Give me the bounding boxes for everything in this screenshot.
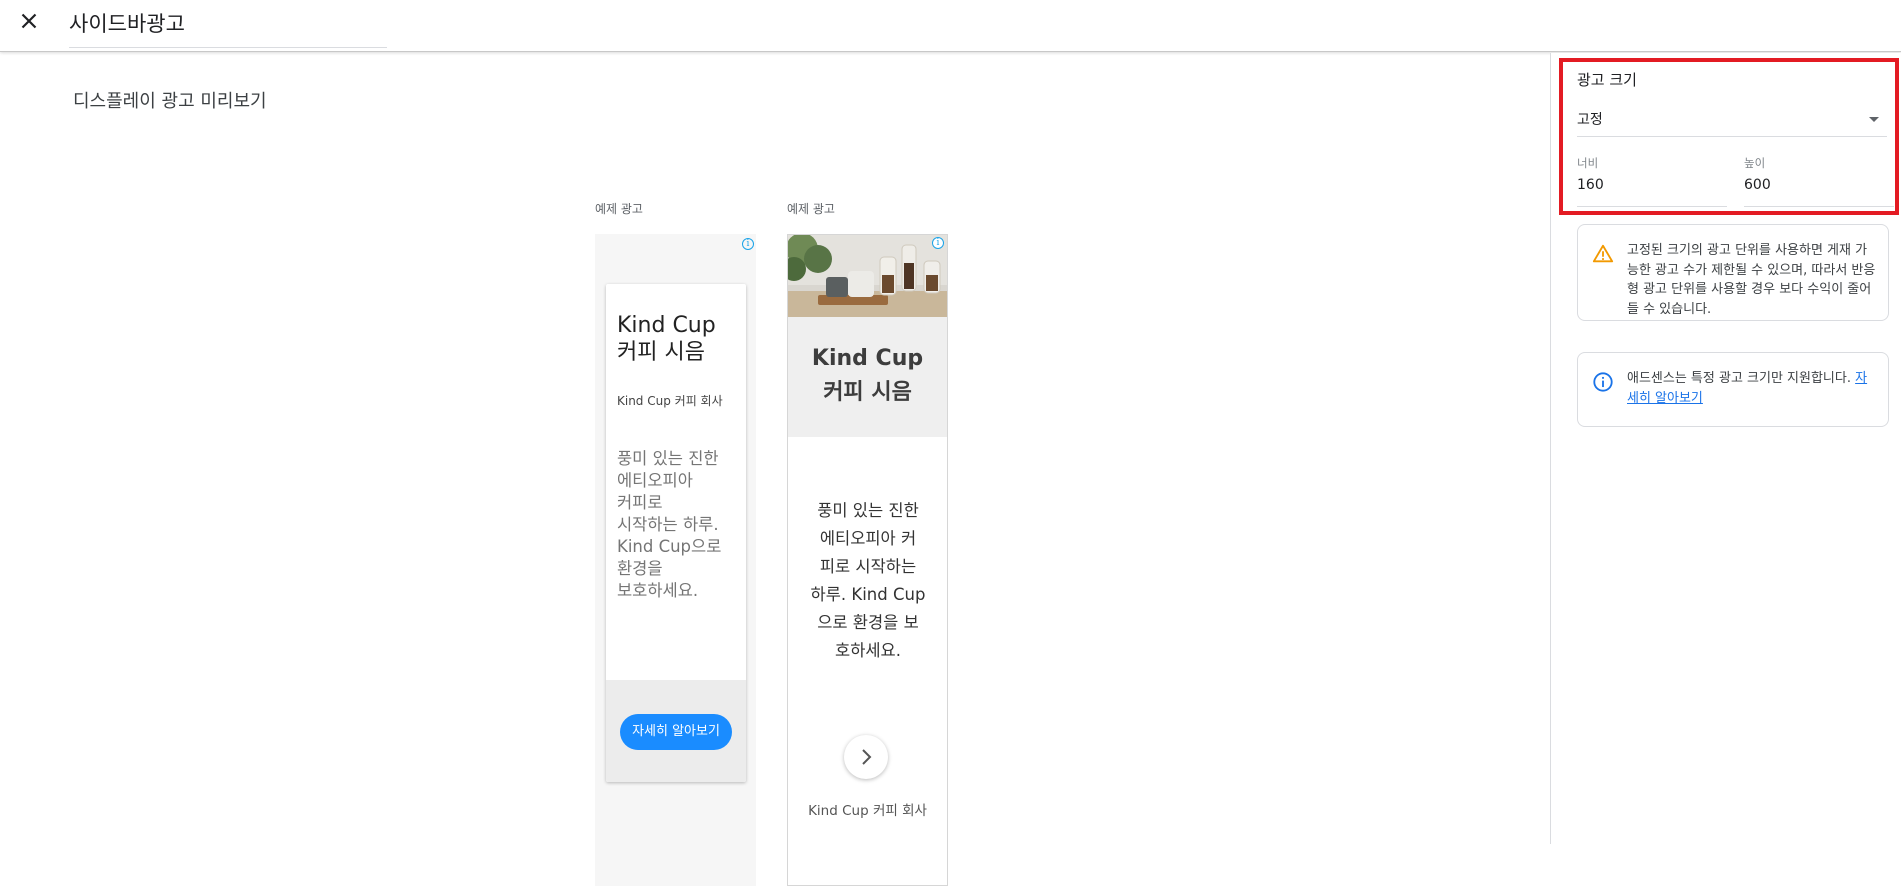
ad-headline-block: Kind Cup 커피 시음: [788, 317, 947, 437]
warning-text: 고정된 크기의 광고 단위를 사용하면 게재 가능한 광고 수가 제한될 수 있…: [1627, 243, 1876, 317]
ad-description-line: 시작하는 하루.: [617, 515, 719, 534]
ad-description-line: 에티오피아: [617, 471, 693, 490]
ad-unit-name-input[interactable]: 사이드바광고: [69, 8, 387, 48]
preview-area: 디스플레이 광고 미리보기 예제 광고 예제 광고 i Kind Cup 커피 …: [0, 53, 1550, 886]
ad-description: 풍미 있는 진한 에티오피아 커 피로 시작하는 하루. Kind Cup 으로…: [805, 497, 931, 665]
size-type-dropdown[interactable]: 고정: [1577, 109, 1887, 137]
adchoices-icon[interactable]: i: [742, 238, 754, 250]
ad-headline-line: 커피 시음: [617, 340, 705, 365]
width-field[interactable]: 너비 160: [1577, 153, 1727, 207]
ad-headline-line: Kind Cup: [617, 313, 716, 338]
learn-more-button[interactable]: 자세히 알아보기: [620, 714, 732, 750]
height-label: 높이: [1744, 156, 1766, 170]
ad-description-line: 에티오피아 커: [819, 529, 917, 548]
height-field[interactable]: 높이 600: [1744, 153, 1894, 207]
chevron-right-icon: [862, 749, 872, 765]
ad-headline: Kind Cup 커피 시음: [788, 342, 947, 410]
ad-description-line: 풍미 있는 진한: [617, 449, 719, 468]
ad-size-panel: 광고 크기 고정 너비 160 높이 600 고정된 크기의 광고 단위를 사용…: [1550, 53, 1901, 844]
ad-description-line: 하루. Kind Cup: [810, 585, 926, 604]
ad-size-heading: 광고 크기: [1577, 71, 1637, 89]
ad-description-line: 보호하세요.: [617, 581, 699, 600]
ad-label: 예제 광고: [787, 202, 835, 216]
preview-title: 디스플레이 광고 미리보기: [73, 91, 267, 112]
size-type-value: 고정: [1577, 112, 1603, 128]
next-arrow-button[interactable]: [844, 735, 888, 779]
ad-headline-line: 커피 시음: [823, 380, 912, 405]
info-notice: 애드센스는 특정 광고 크기만 지원합니다. 자세히 알아보기: [1577, 352, 1889, 427]
ad-description-line: 환경을: [617, 559, 663, 578]
ad-footer: 자세히 알아보기: [606, 680, 746, 782]
close-button[interactable]: [16, 8, 42, 34]
info-text: 애드센스는 특정 광고 크기만 지원합니다. 자세히 알아보기: [1627, 369, 1879, 408]
ad-headline-line: Kind Cup: [811, 346, 924, 371]
ad-card[interactable]: Kind Cup 커피 시음 Kind Cup 커피 회사 풍미 있는 진한 에…: [606, 284, 746, 782]
width-label: 너비: [1577, 156, 1599, 170]
ad-description-line: 으로 환경을 보: [817, 613, 919, 632]
adchoices-icon[interactable]: i: [932, 237, 944, 249]
coffee-image: [788, 235, 947, 317]
ad-description-line: 커피로: [617, 493, 663, 512]
ad-label: 예제 광고: [595, 202, 643, 216]
warning-icon: [1592, 244, 1614, 263]
ad-description: 풍미 있는 진한 에티오피아 커피로 시작하는 하루. Kind Cup으로 환…: [617, 448, 742, 602]
info-text-body: 애드센스는 특정 광고 크기만 지원합니다.: [1627, 371, 1851, 386]
ad-description-line: Kind Cup으로: [617, 537, 722, 556]
top-bar: 사이드바광고: [0, 0, 1901, 52]
ad-description-line: 풍미 있는 진한: [817, 501, 919, 520]
dropdown-arrow-icon: [1869, 117, 1879, 122]
sample-ad-2[interactable]: i Kind Cup 커피 시음 풍미 있는 진한 에티오피아 커 피로 시작하…: [787, 234, 948, 886]
height-value[interactable]: 600: [1744, 177, 1771, 193]
warning-notice: 고정된 크기의 광고 단위를 사용하면 게재 가능한 광고 수가 제한될 수 있…: [1577, 224, 1889, 321]
info-icon: [1593, 372, 1613, 392]
ad-headline: Kind Cup 커피 시음: [617, 312, 742, 366]
ad-description-line: 피로 시작하는: [819, 557, 917, 576]
width-value[interactable]: 160: [1577, 177, 1604, 193]
ad-company: Kind Cup 커피 회사: [808, 803, 927, 819]
close-icon: [21, 13, 37, 29]
ad-description-line: 호하세요.: [835, 641, 901, 660]
sample-ad-1: i Kind Cup 커피 시음 Kind Cup 커피 회사 풍미 있는 진한…: [595, 234, 756, 886]
ad-company: Kind Cup 커피 회사: [617, 394, 723, 408]
